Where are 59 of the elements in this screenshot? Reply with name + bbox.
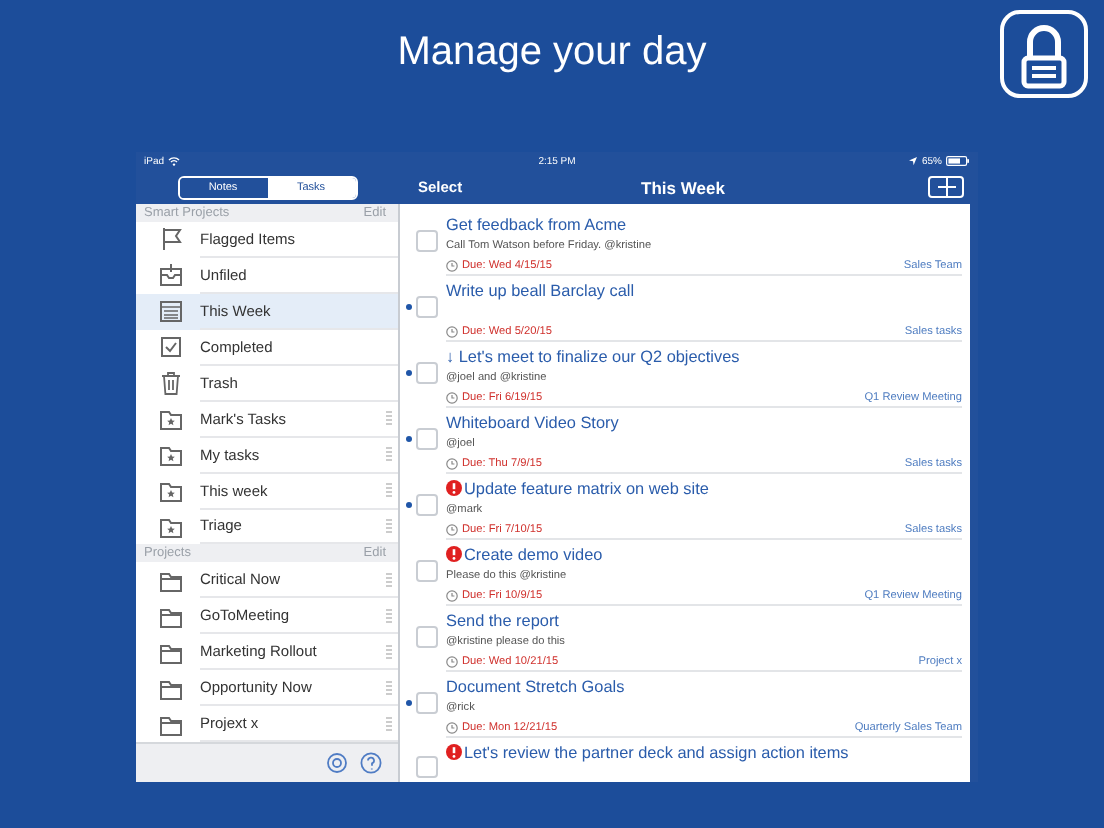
screen-title: This Week: [639, 177, 727, 197]
task-checkbox[interactable]: [416, 560, 438, 582]
folder-icon: [158, 639, 184, 666]
drag-handle-icon[interactable]: [384, 679, 394, 696]
drag-handle-icon[interactable]: [384, 410, 394, 427]
clock-icon: [446, 523, 458, 535]
star-folder-icon: [158, 513, 184, 540]
task-title[interactable]: Send the report: [446, 611, 559, 629]
battery-icon: [946, 156, 970, 166]
flag-icon: [158, 226, 184, 253]
task-checkbox[interactable]: [416, 296, 438, 318]
star-folder-icon: [158, 406, 184, 433]
drag-handle-icon[interactable]: [384, 607, 394, 624]
task-checkbox[interactable]: [416, 626, 438, 648]
clock-icon: [446, 721, 458, 733]
settings-icon[interactable]: [326, 752, 348, 775]
task-checkbox[interactable]: [416, 494, 438, 516]
drag-handle-icon[interactable]: [384, 715, 394, 732]
trash-icon: [158, 370, 184, 397]
task-checkbox[interactable]: [416, 756, 438, 778]
star-folder-icon: [158, 442, 184, 469]
drag-handle-icon[interactable]: [384, 643, 394, 660]
task-title[interactable]: Document Stretch Goals: [446, 677, 625, 695]
task-title[interactable]: Write up beall Barclay call: [446, 281, 635, 299]
plus-icon: [937, 178, 955, 196]
location-icon: [907, 156, 918, 166]
clock-icon: [446, 457, 458, 469]
clock-icon: [446, 589, 458, 601]
task-title[interactable]: Update feature matrix on web site: [464, 479, 709, 497]
task-title[interactable]: Get feedback from Acme: [446, 215, 627, 233]
headline: Manage your day: [397, 30, 707, 76]
folder-icon: [158, 603, 184, 630]
task-checkbox[interactable]: [416, 230, 438, 252]
task-checkbox[interactable]: [416, 428, 438, 450]
task-checkbox[interactable]: [416, 362, 438, 384]
clock-icon: [446, 325, 458, 337]
help-icon[interactable]: [360, 752, 382, 775]
star-folder-icon: [158, 478, 184, 505]
task-title[interactable]: ↓ Let's meet to finalize our Q2 objectives: [446, 347, 740, 365]
folder-icon: [158, 675, 184, 702]
task-title[interactable]: Whiteboard Video Story: [446, 413, 619, 431]
app-logo-icon: [1000, 10, 1088, 98]
calendar-icon: [158, 298, 184, 325]
task-checkbox[interactable]: [416, 692, 438, 714]
add-button[interactable]: [928, 176, 964, 198]
drag-handle-icon[interactable]: [384, 482, 394, 499]
drag-handle-icon[interactable]: [384, 517, 394, 534]
drag-handle-icon[interactable]: [384, 446, 394, 463]
task-title[interactable]: Let's review the partner deck and assign action items: [464, 743, 849, 761]
clock-icon: [446, 259, 458, 271]
clock-icon: [446, 391, 458, 403]
clock-icon: [446, 655, 458, 667]
wifi-icon: [168, 156, 181, 166]
folder-icon: [158, 711, 184, 738]
checkbox-icon: [158, 334, 184, 361]
inbox-icon: [158, 262, 184, 289]
folder-icon: [158, 567, 184, 594]
task-title[interactable]: Create demo video: [464, 545, 603, 563]
drag-handle-icon[interactable]: [384, 571, 394, 588]
